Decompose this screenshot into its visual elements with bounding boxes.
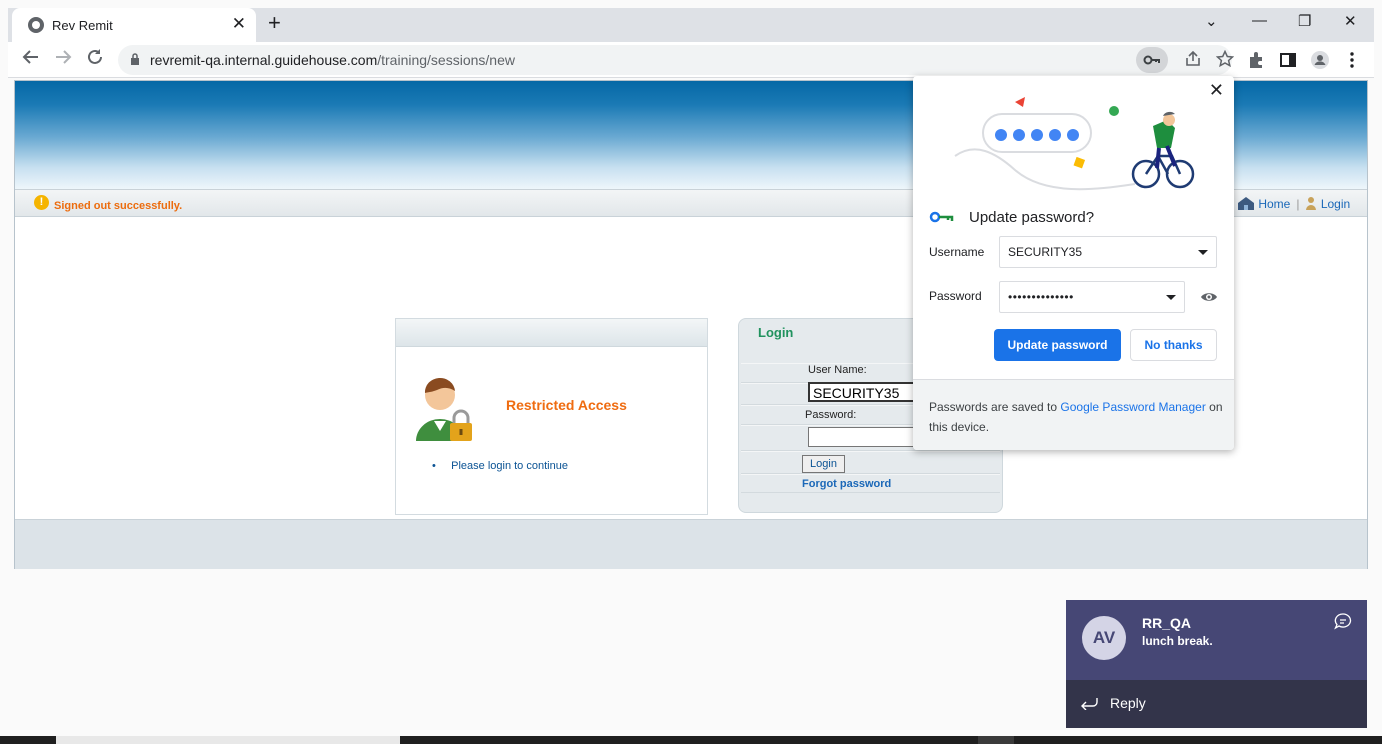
reply-arrow-icon [1081,698,1098,710]
password-manager-link[interactable]: Google Password Manager [1060,400,1205,414]
avatar: AV [1082,616,1126,660]
url-text: revremit-qa.internal.guidehouse.com/trai… [150,52,515,68]
new-tab-button[interactable]: + [268,12,281,34]
password-input[interactable] [808,427,918,447]
tab-title: Rev Remit [52,18,113,33]
address-bar[interactable]: revremit-qa.internal.guidehouse.com/trai… [118,45,1234,75]
browser-toolbar: revremit-qa.internal.guidehouse.com/trai… [8,42,1374,78]
window-close-button[interactable]: ✕ [1344,12,1357,30]
login-link[interactable]: Login [1321,197,1350,211]
username-select[interactable]: SECURITY35 [999,236,1217,268]
footer-text: Passwords are saved to Google Password M… [929,400,1223,434]
page-footer [15,519,1367,569]
panel-header [396,319,707,347]
restricted-access-panel: Restricted Access • Please login to cont… [395,318,708,515]
username-label: Username [929,245,985,259]
login-button[interactable]: Login [802,455,845,473]
password-label: Password: [805,409,857,421]
bubble-footer: Passwords are saved to Google Password M… [913,379,1234,450]
notification-sender: RR_QA [1142,615,1192,631]
form-row [741,451,1000,474]
forgot-password-link[interactable]: Forgot password [802,478,891,490]
browser-tab[interactable]: Rev Remit ✕ [12,8,256,42]
username-label: User Name: [808,364,867,376]
lock-icon [131,53,139,65]
password-update-bubble: ✕ Update password? Username SECURITY35 P… [913,76,1234,450]
username-input[interactable]: SECURITY35 [808,382,918,402]
maximize-button[interactable]: ❐ [1298,12,1311,30]
minimize-button[interactable]: — [1252,12,1267,29]
signed-out-message: Signed out successfully. [54,200,183,212]
chat-bubble-icon[interactable] [1334,613,1352,630]
home-icon [1238,197,1254,210]
reload-icon[interactable] [86,48,104,72]
reply-label: Reply [1110,695,1146,711]
forward-arrow-icon[interactable] [54,48,72,72]
login-heading: Login [758,325,794,340]
globe-icon [28,17,44,33]
restricted-access-title: Restricted Access [506,397,627,413]
tab-search-icon[interactable]: ⌄ [1205,12,1218,30]
back-arrow-icon[interactable] [22,48,40,72]
side-panel-icon[interactable] [1279,51,1297,69]
bubble-title: Update password? [969,209,1095,226]
more-menu-icon[interactable] [1343,51,1361,69]
password-key-icon [929,211,954,223]
share-icon[interactable] [1184,50,1202,68]
close-icon[interactable]: ✕ [1209,80,1224,101]
tab-close-icon[interactable]: ✕ [232,14,246,34]
taskbar-app-icon[interactable] [978,736,1014,744]
password-illustration [954,97,1195,191]
bookmark-star-icon[interactable] [1216,50,1234,68]
chat-notification[interactable]: AV RR_QA lunch break. Reply [1066,600,1367,728]
top-nav-links: Home | Login [1237,196,1350,211]
login-person-icon [1306,197,1317,210]
no-thanks-button[interactable]: No thanks [1130,329,1217,361]
eye-icon[interactable] [1200,290,1218,304]
notification-message: lunch break. [1142,634,1213,648]
profile-avatar-icon[interactable] [1311,51,1329,69]
password-select[interactable]: •••••••••••••• [999,281,1185,313]
user-lock-icon [416,377,472,441]
password-label: Password [929,289,982,303]
reply-button[interactable]: Reply [1066,680,1367,728]
update-password-button[interactable]: Update password [994,329,1121,361]
taskbar-search-box[interactable] [56,736,400,744]
chevron-down-icon [1198,250,1208,255]
taskbar [0,736,1382,744]
password-key-icon[interactable] [1136,47,1168,73]
login-instruction: • Please login to continue [432,460,568,472]
home-link[interactable]: Home [1258,197,1290,211]
warning-icon: ! [34,195,49,210]
chevron-down-icon [1166,295,1176,300]
extensions-icon[interactable] [1247,51,1265,69]
